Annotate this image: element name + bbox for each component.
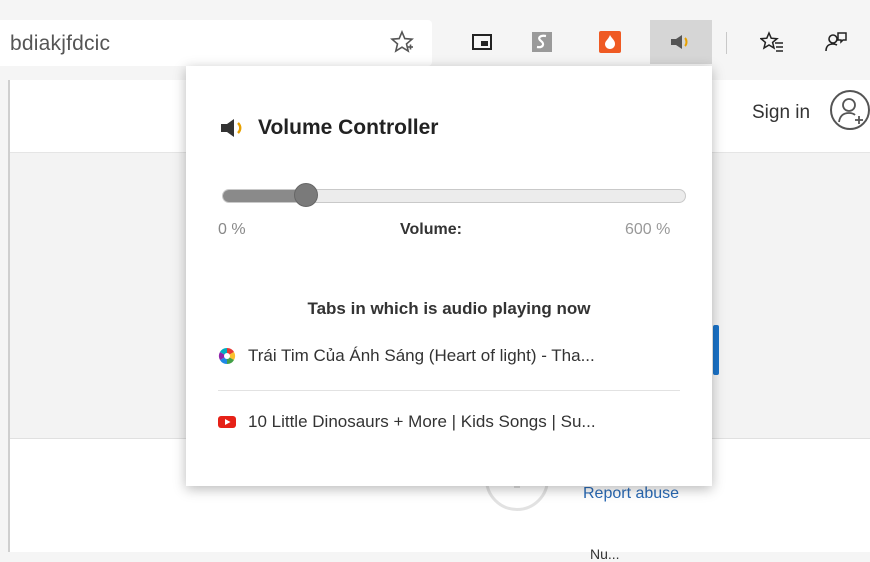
volume-controller-popup: Volume Controller 0 % Volume: 600 % Tabs…: [186, 66, 712, 486]
favorites-button[interactable]: [750, 20, 794, 64]
audio-tab-item[interactable]: 10 Little Dinosaurs + More | Kids Songs …: [218, 400, 680, 444]
avatar-icon[interactable]: [830, 90, 870, 130]
blue-accent-bar: [713, 325, 719, 375]
extension-fire-icon: [599, 31, 621, 53]
volume-controller-extension-button[interactable]: [650, 20, 712, 64]
volume-slider-track[interactable]: [222, 189, 686, 203]
extension-s-icon: [532, 32, 552, 52]
volume-max-label: 600 %: [625, 221, 671, 238]
audio-tab-item[interactable]: Trái Tim Của Ánh Sáng (Heart of light) -…: [218, 334, 680, 378]
favorite-star-icon[interactable]: [388, 29, 416, 58]
address-text[interactable]: bdiakjfdcic: [10, 32, 110, 56]
youtube-icon: [218, 416, 236, 428]
popup-title-text: Volume Controller: [258, 116, 439, 139]
audio-tab-title[interactable]: Trái Tim Của Ánh Sáng (Heart of light) -…: [248, 346, 595, 366]
favorites-list-icon: [760, 31, 783, 52]
tabs-heading: Tabs in which is audio playing now: [307, 299, 591, 318]
audio-tab-title[interactable]: 10 Little Dinosaurs + More | Kids Songs …: [248, 412, 596, 432]
tab-separator: [218, 390, 680, 391]
toolbar-separator: [726, 32, 727, 54]
volume-label: Volume:: [400, 221, 462, 238]
address-bar[interactable]: bdiakjfdcic: [0, 20, 432, 66]
sign-in-link[interactable]: Sign in: [752, 102, 810, 124]
feedback-icon: [825, 32, 847, 52]
picture-in-picture-icon: [472, 34, 492, 50]
extension-fire-button[interactable]: [588, 20, 632, 64]
volume-slider-thumb[interactable]: [294, 183, 319, 207]
volume-min-label: 0 %: [218, 221, 246, 238]
feedback-button[interactable]: [814, 20, 858, 64]
volume-speaker-icon: [221, 119, 242, 137]
extension-s-button[interactable]: [520, 20, 564, 64]
volume-speaker-icon: [671, 35, 688, 49]
colorful-circle-icon: [218, 347, 236, 365]
picture-in-picture-button[interactable]: [460, 20, 504, 64]
page-bottom-text: Nu...: [590, 546, 620, 562]
popup-title: Volume Controller: [220, 116, 438, 140]
